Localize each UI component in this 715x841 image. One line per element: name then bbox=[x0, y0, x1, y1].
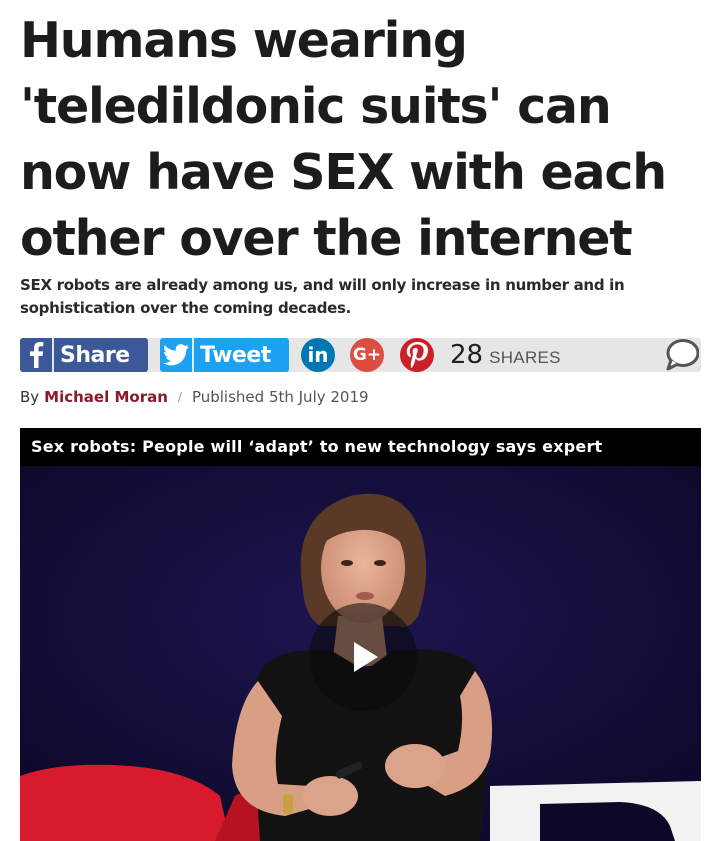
linkedin-icon: in bbox=[307, 343, 329, 367]
facebook-icon bbox=[20, 338, 54, 372]
byline-separator: / bbox=[177, 390, 182, 404]
share-count-label: SHARES bbox=[489, 348, 561, 367]
google-plus-icon: G+ bbox=[352, 345, 382, 365]
author-link[interactable]: Michael Moran bbox=[44, 388, 168, 406]
pinterest-icon bbox=[406, 342, 428, 368]
twitter-icon bbox=[160, 338, 194, 372]
share-count: 28 SHARES bbox=[450, 338, 561, 372]
linkedin-share-button[interactable]: in bbox=[301, 338, 335, 372]
byline: By Michael Moran / Published 5th July 20… bbox=[20, 388, 369, 406]
published-date: Published 5th July 2019 bbox=[191, 388, 369, 406]
googleplus-share-button[interactable]: G+ bbox=[350, 338, 384, 372]
byline-prefix: By bbox=[20, 388, 40, 406]
pinterest-share-button[interactable] bbox=[400, 338, 434, 372]
video-player[interactable]: Sex robots: People will ‘adapt’ to new t… bbox=[20, 428, 701, 841]
facebook-share-label: Share bbox=[60, 342, 130, 368]
article-headline: Humans wearing 'teledildonic suits' can … bbox=[20, 12, 667, 267]
share-bar: Share Tweet in G+ 28 SHARES bbox=[20, 338, 701, 372]
play-button[interactable] bbox=[309, 603, 417, 711]
article-standfirst: SEX robots are already among us, and wil… bbox=[20, 276, 625, 317]
video-title: Sex robots: People will ‘adapt’ to new t… bbox=[20, 428, 701, 466]
comment-icon[interactable] bbox=[665, 339, 699, 371]
share-count-number: 28 bbox=[450, 340, 484, 370]
facebook-share-button[interactable]: Share bbox=[20, 338, 148, 372]
twitter-tweet-button[interactable]: Tweet bbox=[160, 338, 289, 372]
play-icon bbox=[354, 642, 378, 672]
twitter-tweet-label: Tweet bbox=[200, 342, 271, 368]
